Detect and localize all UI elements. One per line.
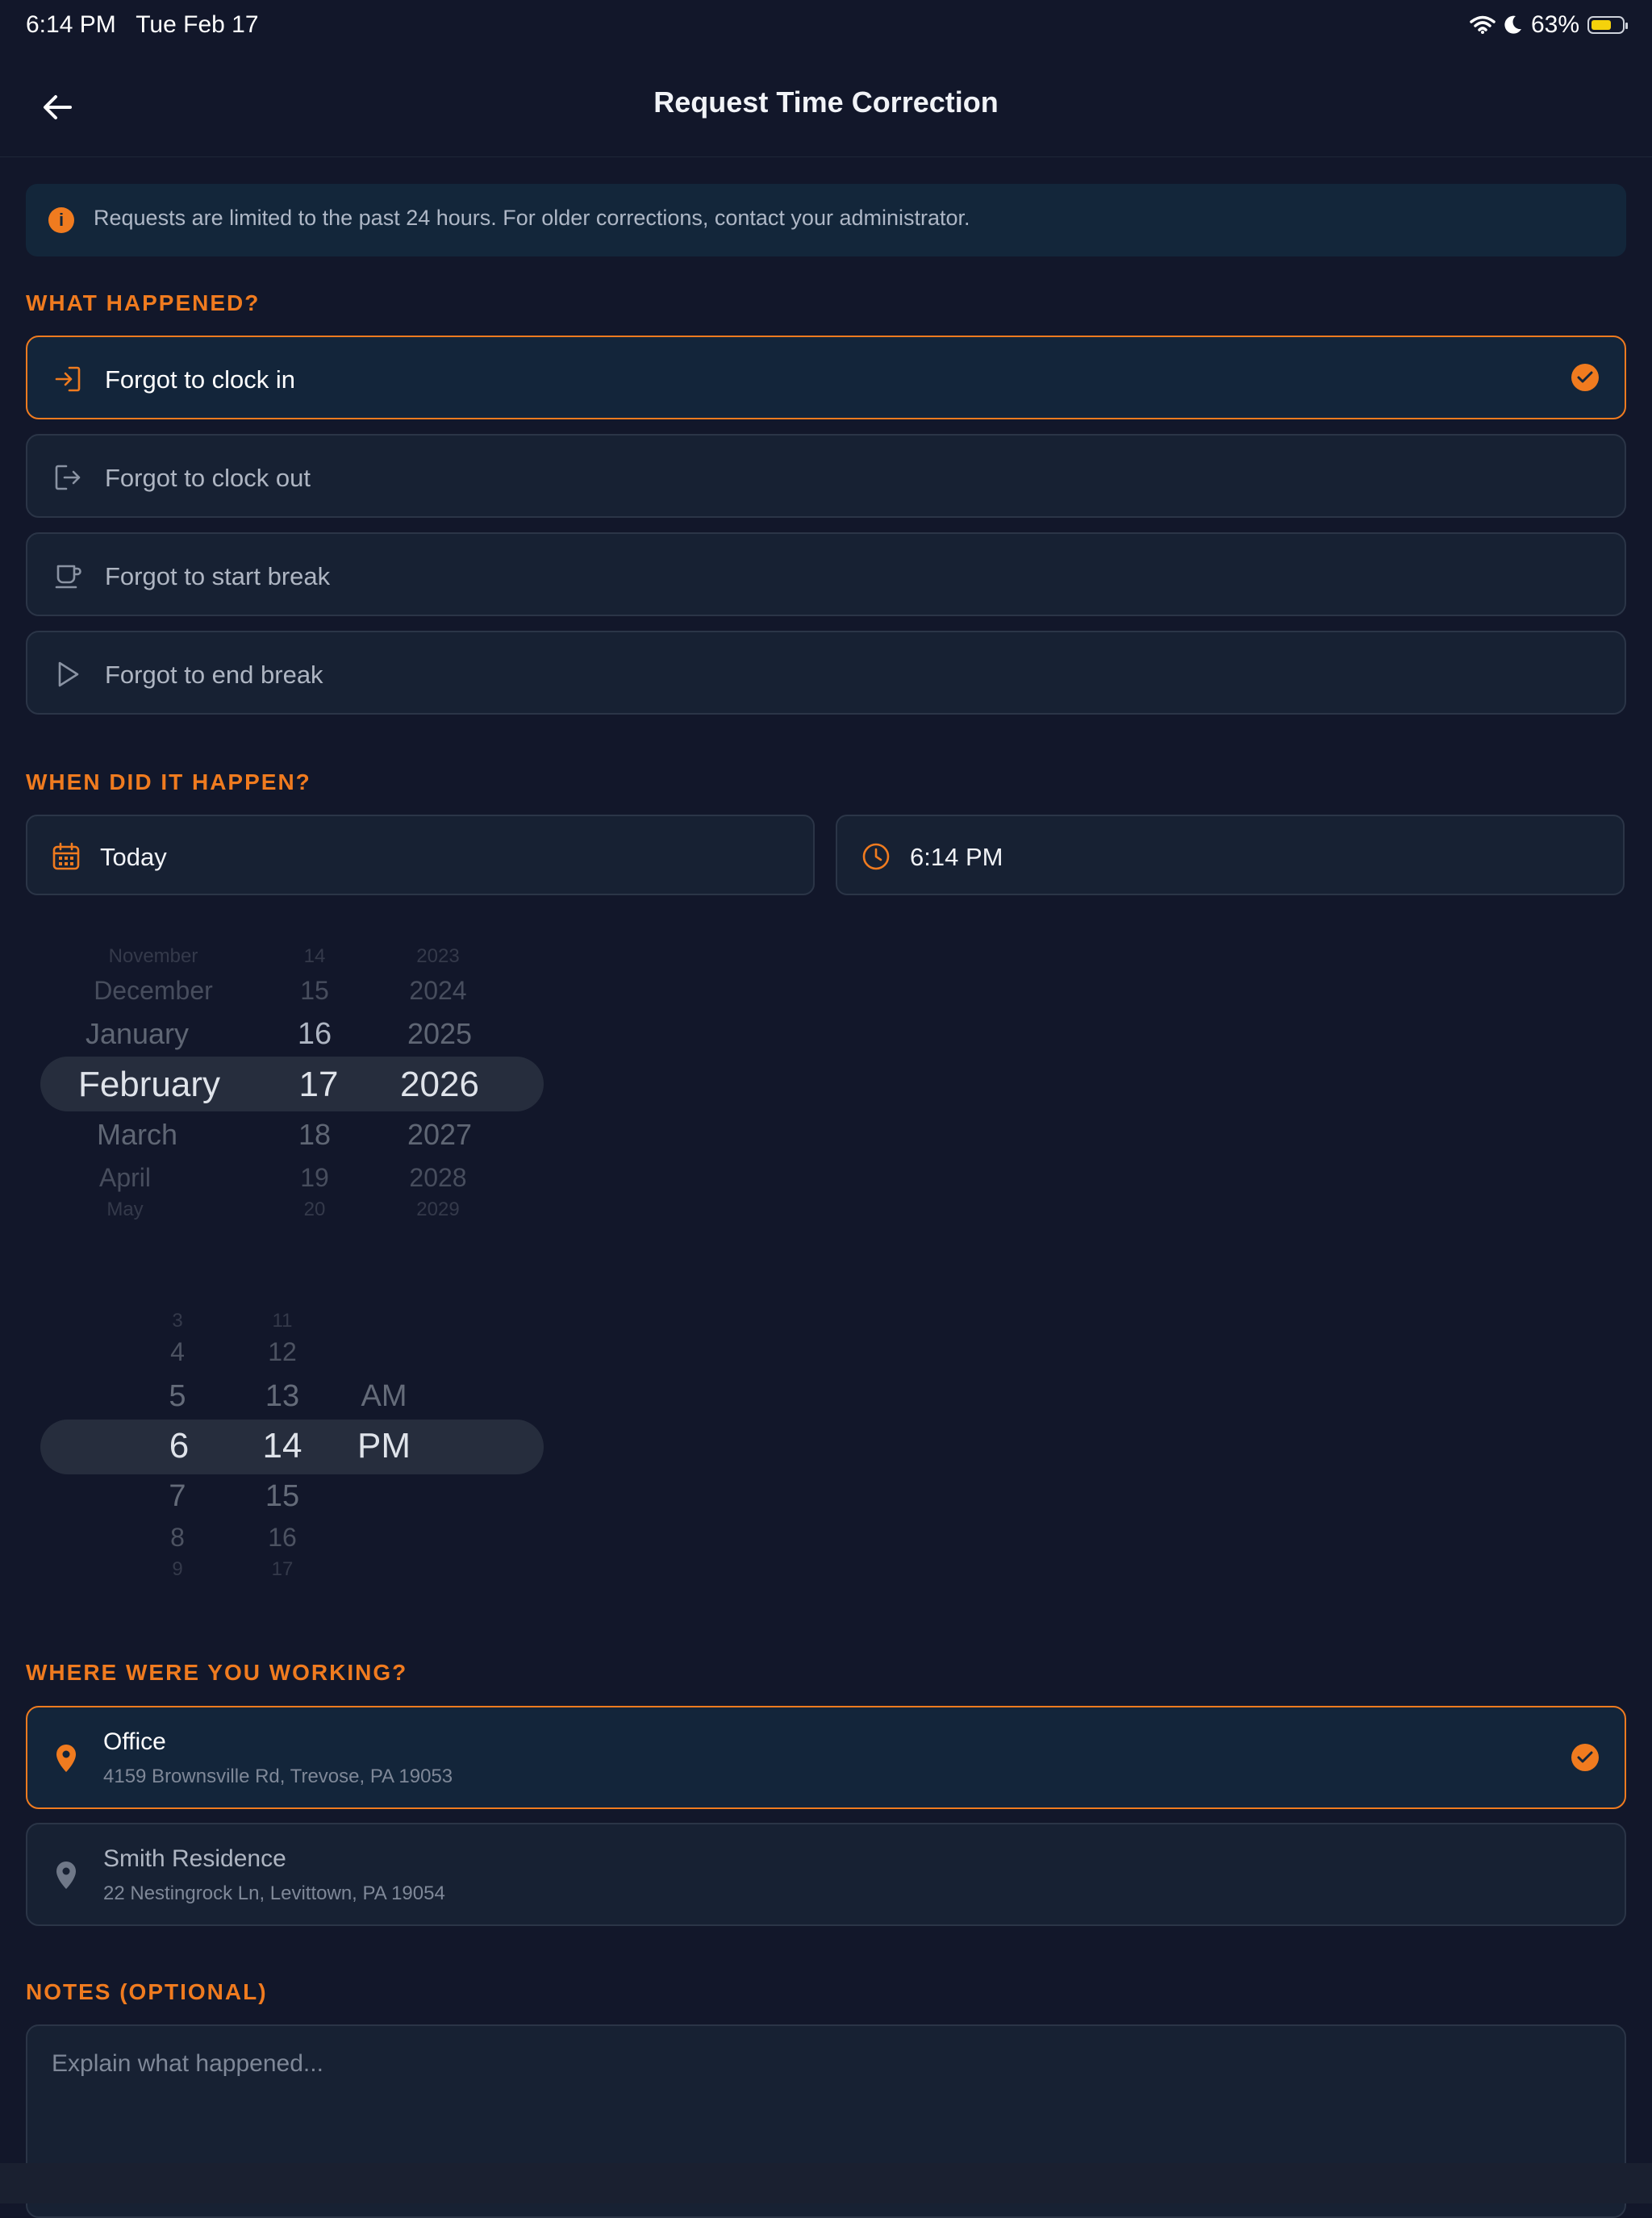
picker-minute[interactable]: 12 [258,1337,307,1367]
picker-month[interactable]: November [81,945,226,968]
picker-minute[interactable]: 16 [258,1523,307,1553]
status-bar: 6:14 PM Tue Feb 17 63% [0,0,1652,52]
picker-month-selected[interactable]: February [73,1065,226,1105]
clock-icon [862,843,890,870]
info-icon: i [48,207,74,233]
location-address: 4159 Brownsville Rd, Trevose, PA 19053 [103,1766,453,1787]
picker-hour[interactable]: 3 [161,1310,194,1332]
map-pin-icon [56,1862,76,1889]
location-name: Office [103,1728,166,1755]
picker-minute[interactable]: 15 [258,1479,307,1514]
picker-year[interactable]: 2024 [394,976,482,1006]
picker-month[interactable]: January [65,1017,210,1051]
bottom-toolbar [0,2163,1652,2203]
status-time: 6:14 PM Tue Feb 17 [26,11,259,38]
calendar-icon [52,842,80,870]
picker-day[interactable]: 20 [290,1199,339,1221]
location-smith-residence[interactable]: Smith Residence 22 Nestingrock Ln, Levit… [26,1823,1626,1926]
location-office[interactable]: Office 4159 Brownsville Rd, Trevose, PA … [26,1706,1626,1809]
section-title-where: WHERE WERE YOU WORKING? [26,1660,408,1685]
time-field[interactable]: 6:14 PM [836,815,1625,895]
picker-day[interactable]: 16 [290,1017,339,1052]
picker-hour[interactable]: 5 [161,1379,194,1414]
page-title: Request Time Correction [653,85,999,119]
clock-out-icon [55,465,81,490]
picker-period-selected[interactable]: PM [352,1426,416,1466]
picker-month[interactable]: December [81,976,226,1006]
picker-hour[interactable]: 4 [161,1337,194,1367]
picker-year[interactable]: 2025 [395,1017,484,1051]
picker-hour-selected[interactable]: 6 [163,1426,195,1466]
play-icon [58,661,79,687]
picker-year[interactable]: 2029 [394,1199,482,1221]
picker-year[interactable]: 2028 [394,1163,482,1193]
picker-minute-selected[interactable]: 14 [258,1426,307,1466]
battery-icon [1587,16,1628,34]
checkmark-icon [1571,364,1599,391]
clock-in-icon [55,366,81,392]
time-value: 6:14 PM [910,843,1003,871]
picker-hour[interactable]: 8 [161,1523,194,1553]
location-address: 22 Nestingrock Ln, Levittown, PA 19054 [103,1882,445,1904]
battery-percent: 63% [1530,11,1579,38]
option-label: Forgot to start break [105,562,331,590]
option-forgot-end-break[interactable]: Forgot to end break [26,631,1626,715]
section-title-when: WHEN DID IT HAPPEN? [26,769,311,794]
picker-month[interactable]: May [73,1199,177,1221]
picker-period[interactable]: AM [352,1379,416,1414]
picker-day-selected[interactable]: 17 [294,1065,343,1105]
picker-month[interactable]: March [65,1118,210,1152]
picker-year[interactable]: 2023 [394,945,482,968]
picker-minute[interactable]: 17 [258,1558,307,1581]
navigation-bar: Request Time Correction [0,52,1652,157]
section-title-notes: NOTES (OPTIONAL) [26,1979,268,2004]
checkmark-icon [1571,1744,1599,1771]
info-banner: i Requests are limited to the past 24 ho… [26,184,1626,256]
picker-day[interactable]: 14 [290,945,339,968]
date-value: Today [100,843,167,871]
date-picker-wheel[interactable]: November December January February March… [32,944,549,1221]
coffee-cup-icon [55,565,81,589]
picker-minute[interactable]: 13 [258,1379,307,1414]
picker-year-selected[interactable]: 2026 [395,1065,484,1105]
option-forgot-clock-out[interactable]: Forgot to clock out [26,434,1626,518]
location-name: Smith Residence [103,1845,286,1872]
info-text: Requests are limited to the past 24 hour… [94,206,970,230]
time-picker-wheel[interactable]: 3 4 5 6 7 8 9 11 12 13 14 15 16 17 AM PM [32,1302,549,1592]
picker-hour[interactable]: 9 [161,1558,194,1581]
section-title-what-happened: WHAT HAPPENED? [26,290,261,315]
wifi-icon [1470,15,1496,34]
option-label: Forgot to end break [105,661,323,689]
option-label: Forgot to clock out [105,464,311,492]
option-forgot-clock-in[interactable]: Forgot to clock in [26,336,1626,419]
picker-minute[interactable]: 11 [258,1310,307,1332]
picker-day[interactable]: 18 [290,1118,339,1152]
date-field[interactable]: Today [26,815,815,895]
picker-day[interactable]: 19 [290,1163,339,1193]
picker-hour[interactable]: 7 [161,1479,194,1514]
moon-icon [1504,15,1521,34]
option-forgot-start-break[interactable]: Forgot to start break [26,532,1626,616]
map-pin-icon [56,1745,76,1772]
picker-month[interactable]: April [73,1163,177,1193]
picker-year[interactable]: 2027 [395,1118,484,1152]
picker-day[interactable]: 15 [290,976,339,1006]
option-label: Forgot to clock in [105,365,296,394]
